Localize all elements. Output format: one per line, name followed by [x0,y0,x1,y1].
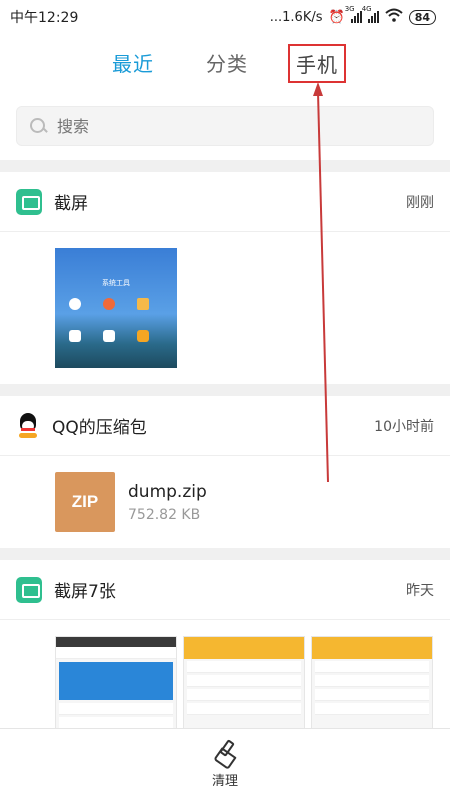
section-screenshot-header[interactable]: 截屏 刚刚 [0,172,450,232]
tab-category[interactable]: 分类 [206,48,248,77]
section-qq-header[interactable]: QQ的压缩包 10小时前 [0,396,450,456]
signal-4g-icon: 4G [362,5,379,23]
section-title: 截屏7张 [54,582,116,602]
search-icon [29,117,47,135]
section-time: 10小时前 [374,418,434,435]
tab-recent[interactable]: 最近 [112,48,154,77]
search-input[interactable] [57,116,397,136]
section-time: 刚刚 [406,194,434,211]
section-screenshots-header[interactable]: 截屏7张 昨天 [0,560,450,620]
status-bar: 中午12:29 ...1.6K/s ⏰ 3G 4G 84 [0,0,450,34]
screenshot-app-icon [16,188,42,215]
file-name[interactable]: dump.zip [128,482,207,502]
signal-3g-icon: 3G [345,5,362,23]
battery-icon: 84 [408,9,436,25]
section-divider [0,548,450,560]
screenshot-thumbnail[interactable]: 系统工具 [55,248,177,368]
screenshot-thumbnail[interactable] [183,636,305,732]
clean-button[interactable]: 清理 [0,728,450,800]
clean-label: 清理 [211,774,238,789]
file-size: 752.82 KB [128,507,201,523]
brush-icon [213,740,237,764]
zip-file-icon[interactable]: ZIP [55,472,115,532]
alarm-icon: ⏰ [328,9,345,25]
wifi-icon [385,8,403,26]
section-time: 昨天 [406,582,434,599]
thumbnail-caption: 系统工具 [102,279,130,287]
section-divider [0,160,450,172]
section-title: 截屏 [54,194,88,214]
status-icons: ...1.6K/s ⏰ 3G 4G 84 [269,5,436,26]
screenshot-thumbnail[interactable] [55,636,177,732]
status-time: 中午12:29 [10,10,79,26]
network-speed: ...1.6K/s [269,9,323,25]
tab-phone[interactable]: 手机 [288,44,346,83]
search-bar[interactable] [16,106,434,146]
qq-icon [16,412,40,439]
section-divider [0,384,450,396]
screenshot-thumbnail[interactable] [311,636,433,732]
section-title: QQ的压缩包 [52,418,147,438]
screenshot-app-icon [16,576,42,603]
top-tabs: 最近 分类 手机 [0,44,450,84]
